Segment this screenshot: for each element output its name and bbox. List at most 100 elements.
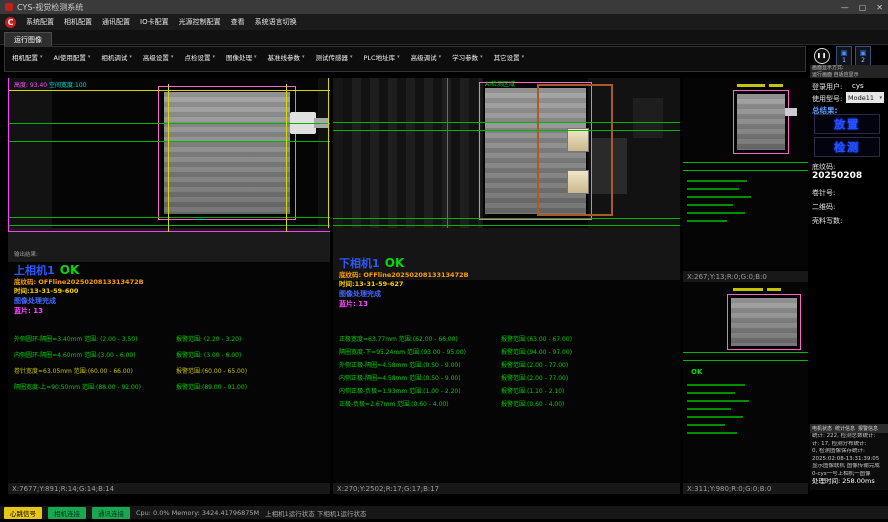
- camera-2-button[interactable]: ▣ 2: [855, 46, 871, 67]
- tool-learn-params[interactable]: 学习参数▾: [452, 52, 483, 62]
- tiny-text-line: [687, 408, 731, 410]
- overlay-measure-text: 高度: 93.40 空间宽度:100: [14, 80, 87, 89]
- measurement-row: 卷针宽度=63.05mm 范围:(60.00 - 66.00)报警范围:(60.…: [14, 366, 247, 375]
- stats-block: 电机状态 统计信息 报警信息 统计: 222, 检测总数统计: 计: 17, 检…: [810, 424, 888, 490]
- chevron-down-icon: ▾: [879, 93, 882, 103]
- display-mode-bar[interactable]: 画面显示方式: 运行画面 自适应显示: [810, 65, 888, 78]
- tiny-text-line: [687, 212, 745, 214]
- measurement-row: 隔圈宽度-下=95.24mm 范围:(93.00 - 95.00)报警范围:(9…: [339, 347, 572, 356]
- chevron-down-icon: ▾: [171, 54, 174, 60]
- aux-bottom-cursor-status: X:311;Y:980;R:0;G:0;B:0: [683, 482, 808, 494]
- window-title: CYS-视觉检测系统: [17, 2, 83, 13]
- menu-camera-config[interactable]: 相机配置: [64, 17, 92, 27]
- model-select[interactable]: Mode11 ▾: [846, 92, 884, 103]
- result-display-2: 检测: [814, 137, 880, 157]
- app-window: CYS-视觉检测系统 — ▢ ✕ C 系统配置 相机配置 通讯配置 IO卡配置 …: [0, 0, 888, 522]
- measure-line: [8, 123, 330, 124]
- tool-camera-debug[interactable]: 相机调试▾: [101, 52, 132, 62]
- status-bar: 心跳信号 相机连接 通讯连接 Cpu: 0.0% Memory: 3424.41…: [0, 506, 888, 519]
- tool-spot-check[interactable]: 点检设置▾: [184, 52, 215, 62]
- stats-line: 统计: 222, 检测总数统计:: [810, 433, 888, 441]
- app-logo: C: [5, 17, 16, 28]
- connector-part: [785, 108, 797, 116]
- piece-count-text: 蓝片: 13: [339, 299, 469, 309]
- tiny-text-line: [687, 416, 743, 418]
- process-done-text: 图像处理完成: [339, 289, 469, 299]
- display-mode-line2: 运行画面 自适应显示: [812, 72, 886, 79]
- chevron-down-icon: ▾: [129, 54, 132, 60]
- tool-advanced-settings[interactable]: 高级设置▾: [143, 52, 174, 62]
- maximize-button[interactable]: ▢: [859, 3, 867, 12]
- measure-line: [683, 352, 808, 353]
- tool-baseline-params[interactable]: 基准线参数▾: [267, 52, 304, 62]
- chevron-down-icon: ▾: [40, 54, 43, 60]
- aux-camera-view-top[interactable]: [683, 78, 808, 270]
- tiny-text-line: [687, 384, 745, 386]
- measure-line: [333, 218, 680, 219]
- inspected-part: [731, 298, 797, 346]
- aux-camera-view-bottom[interactable]: OK: [683, 282, 808, 482]
- measure-line: [8, 217, 330, 218]
- measure-line: [447, 78, 448, 228]
- camera-1-label: 1: [842, 57, 846, 64]
- tool-advanced-debug[interactable]: 高级调试▾: [411, 52, 442, 62]
- camera-1-button[interactable]: ▣ 1: [836, 46, 852, 67]
- upper-camera-view[interactable]: 高度: 93.40 空间宽度:100 输出结果: 上相机1 OK 底纹码: OF…: [8, 78, 330, 482]
- tool-ai-config[interactable]: AI使用配置▾: [54, 52, 91, 62]
- inspected-part: [737, 94, 785, 150]
- barcode-text: 底纹码: OFFline2025020813313472B: [339, 271, 469, 280]
- menu-io-config[interactable]: IO卡配置: [140, 17, 169, 27]
- login-user-label: 登录用户:: [812, 82, 842, 92]
- measure-line: [168, 84, 169, 232]
- measurement-row: 外侧正极-隔圈=4.58mm 范围:(0.50 - 9.00)报警范围:(2.0…: [339, 360, 568, 369]
- tiny-text-line: [687, 432, 737, 434]
- menu-comm-config[interactable]: 通讯配置: [102, 17, 130, 27]
- tool-camera-config[interactable]: 相机配置▾: [12, 52, 43, 62]
- tool-test-sensor[interactable]: 测试传感器▾: [315, 52, 352, 62]
- measurement-row: 外侧圆环-隔圈=3.40mm 范围: (2.00 - 3.50)报警范围: (2…: [14, 334, 241, 343]
- stats-header-item: 电机状态: [812, 425, 832, 432]
- comm-link-badge: 通讯连接: [92, 507, 130, 519]
- menu-view[interactable]: 查看: [231, 17, 245, 27]
- shell-count-label: 壳料写数:: [812, 216, 842, 226]
- lower-camera-view[interactable]: AI检测区域 下相机1 OK 底纹码: OFFline2025020813313…: [333, 78, 680, 482]
- tool-other-settings[interactable]: 其它设置▾: [494, 52, 525, 62]
- batch-code-value: 20250208: [812, 171, 862, 181]
- measure-line: [683, 162, 808, 163]
- camera-2-label: 2: [861, 57, 865, 64]
- menu-system-config[interactable]: 系统配置: [26, 17, 54, 27]
- app-icon: [5, 3, 13, 11]
- chevron-down-icon: ▾: [350, 54, 353, 60]
- upper-camera-cursor-status: X:7677;Y:891;R:14;G:14;B:14: [8, 482, 330, 494]
- result-display-1: 放置: [814, 114, 880, 134]
- machine-structure: [633, 98, 663, 138]
- stats-header-item: 统计信息: [835, 425, 855, 432]
- tiny-text-line: [687, 400, 749, 402]
- menu-light-config[interactable]: 光源控制配置: [179, 17, 221, 27]
- menu-bar: C 系统配置 相机配置 通讯配置 IO卡配置 光源控制配置 查看 系统语言切换: [0, 14, 888, 30]
- login-user-value: cys: [852, 82, 864, 90]
- chevron-down-icon: ▾: [212, 54, 215, 60]
- minimize-button[interactable]: —: [841, 3, 849, 12]
- chevron-down-icon: ▾: [302, 54, 305, 60]
- monitor-icon: ▣: [841, 49, 848, 57]
- menu-language[interactable]: 系统语言切换: [255, 17, 297, 27]
- tiny-text-line: [687, 220, 727, 222]
- tool-plc-address[interactable]: PLC地址库▾: [364, 52, 400, 62]
- measure-line: [286, 84, 287, 232]
- pin-number-label: 卷针号:: [812, 188, 835, 198]
- measure-line: [8, 90, 330, 91]
- model-select-value: Mode11: [848, 93, 874, 103]
- measure-line: [8, 231, 330, 232]
- stats-line: 显示图像联机 图像传输完成: [810, 463, 888, 471]
- measure-line: [683, 360, 808, 361]
- tiny-text-line: [687, 204, 733, 206]
- camera-result-line: 下相机1 OK: [339, 252, 469, 271]
- close-button[interactable]: ✕: [876, 3, 883, 12]
- tiny-overlay-text: [737, 84, 765, 87]
- chevron-down-icon: ▾: [522, 54, 525, 60]
- stats-line: 0-cys一号上相机一图像: [810, 471, 888, 479]
- pause-button[interactable]: ❚❚: [814, 48, 830, 64]
- tab-run-image[interactable]: 运行图像: [4, 32, 52, 47]
- tool-image-process[interactable]: 图像处理▾: [226, 52, 257, 62]
